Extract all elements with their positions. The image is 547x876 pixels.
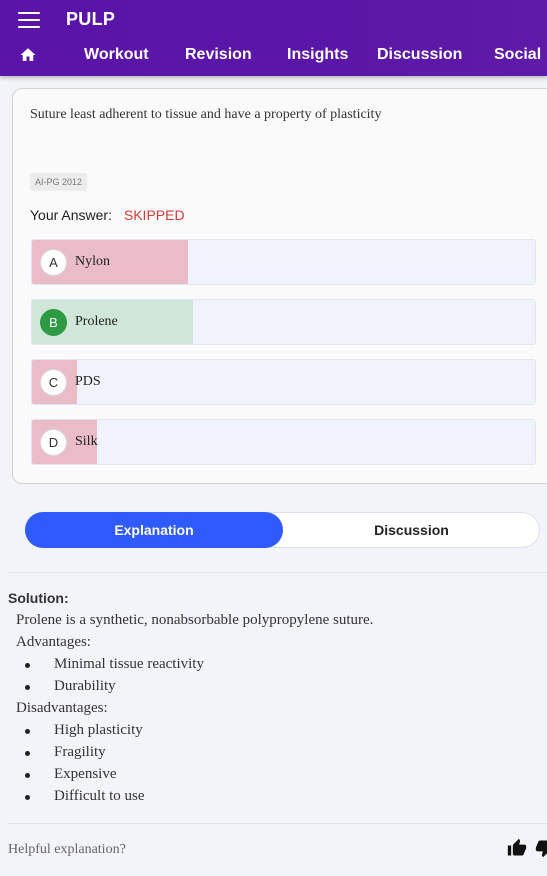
question-source-tag: AI-PG 2012 bbox=[30, 173, 88, 191]
bullet bbox=[25, 773, 30, 778]
disadvantages-label: Disadvantages: bbox=[16, 700, 108, 716]
your-answer-label: Your Answer: bbox=[30, 207, 112, 223]
divider bbox=[8, 572, 547, 573]
solution-heading: Solution: bbox=[8, 590, 69, 606]
thumbs-down-icon[interactable] bbox=[535, 838, 547, 858]
advantage-item: Minimal tissue reactivity bbox=[54, 656, 204, 672]
option-c[interactable]: C PDS bbox=[31, 359, 536, 405]
tab-discussion[interactable]: Discussion bbox=[283, 512, 540, 548]
option-b[interactable]: B Prolene bbox=[31, 299, 536, 345]
home-icon[interactable] bbox=[19, 46, 37, 64]
advantage-item: Durability bbox=[54, 678, 116, 694]
question-text: Suture least adherent to tissue and have… bbox=[30, 107, 382, 122]
explanation-tabs: Explanation Discussion bbox=[25, 512, 540, 548]
bullet bbox=[25, 663, 30, 668]
nav-discussion[interactable]: Discussion bbox=[377, 46, 462, 64]
nav-revision[interactable]: Revision bbox=[185, 46, 252, 64]
disadvantage-item: Fragility bbox=[54, 744, 106, 760]
option-a-letter: A bbox=[40, 249, 67, 276]
disadvantage-item: High plasticity bbox=[54, 722, 143, 738]
option-a-text: Nylon bbox=[75, 254, 110, 269]
nav-workout[interactable]: Workout bbox=[84, 46, 149, 64]
menu-icon[interactable] bbox=[18, 12, 40, 30]
nav-social[interactable]: Social bbox=[494, 46, 541, 64]
app-title: PULP bbox=[66, 9, 116, 29]
option-c-letter: C bbox=[40, 369, 67, 396]
your-answer-value: SKIPPED bbox=[123, 207, 185, 223]
your-answer-row: Your Answer: SKIPPED bbox=[30, 207, 185, 223]
question-card: Suture least adherent to tissue and have… bbox=[12, 88, 547, 484]
tab-explanation[interactable]: Explanation bbox=[25, 512, 283, 548]
bullet bbox=[25, 685, 30, 690]
nav-bar: Workout Revision Insights Discussion Soc… bbox=[0, 42, 547, 72]
option-d-letter: D bbox=[40, 429, 67, 456]
solution-intro: Prolene is a synthetic, nonabsorbable po… bbox=[16, 612, 374, 628]
option-d-text: Silk bbox=[75, 434, 98, 449]
advantages-label: Advantages: bbox=[16, 634, 91, 650]
disadvantage-item: Difficult to use bbox=[54, 788, 145, 804]
helpful-prompt: Helpful explanation? bbox=[8, 842, 126, 857]
divider bbox=[8, 823, 547, 824]
option-a[interactable]: A Nylon bbox=[31, 239, 536, 285]
option-d[interactable]: D Silk bbox=[31, 419, 536, 465]
thumbs-up-icon[interactable] bbox=[507, 838, 527, 858]
disadvantage-item: Expensive bbox=[54, 766, 117, 782]
nav-insights[interactable]: Insights bbox=[287, 46, 348, 64]
option-c-text: PDS bbox=[75, 374, 101, 389]
solution-section: Solution: Prolene is a synthetic, nonabs… bbox=[8, 590, 547, 804]
app-header: PULP Workout Revision Insights Discussio… bbox=[0, 0, 547, 76]
bullet bbox=[25, 729, 30, 734]
bullet bbox=[25, 751, 30, 756]
option-b-letter: B bbox=[40, 309, 67, 336]
bullet bbox=[25, 795, 30, 800]
option-b-text: Prolene bbox=[75, 314, 118, 329]
